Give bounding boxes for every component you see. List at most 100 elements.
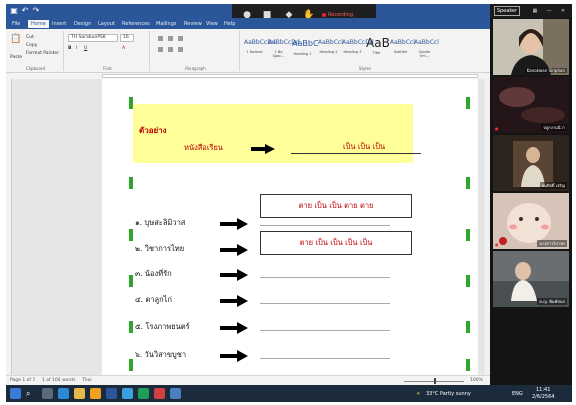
- paragraph-group: Paragraph: [152, 31, 240, 71]
- speaker-view-button[interactable]: Speaker: [494, 6, 520, 16]
- paste-icon[interactable]: 📋: [10, 34, 21, 44]
- multilevel-list-icon[interactable]: [178, 36, 183, 41]
- word-icon[interactable]: [106, 388, 117, 399]
- answer-line[interactable]: [260, 277, 390, 278]
- style-heading-1[interactable]: AaBbC Heading 1: [292, 35, 319, 63]
- muted-mic-icon: ●: [495, 126, 499, 131]
- horizontal-ruler[interactable]: [102, 74, 478, 78]
- tab-insert[interactable]: Insert: [52, 20, 66, 28]
- align-center-icon[interactable]: [168, 47, 173, 52]
- numbering-icon[interactable]: [168, 36, 173, 41]
- clipboard-group: 📋 Paste Cut Copy Format Painter Clipboar…: [8, 31, 64, 71]
- document-page[interactable]: ตัวอย่าง หนังสือเรียน เป็น เป็น เป็น ตาย…: [102, 79, 478, 375]
- clock-date[interactable]: 2/6/2564: [532, 394, 554, 400]
- language-indicator[interactable]: Thai: [82, 378, 92, 383]
- copy-button[interactable]: Copy: [26, 43, 37, 48]
- answer-line[interactable]: [260, 303, 390, 304]
- tab-mailings[interactable]: Mailings: [156, 20, 177, 28]
- zoom-app-icon[interactable]: [122, 388, 133, 399]
- tab-references[interactable]: References: [122, 20, 150, 28]
- app-icon[interactable]: [154, 388, 165, 399]
- style-title[interactable]: AaB Title: [366, 35, 390, 63]
- zoom-level[interactable]: 100%: [470, 378, 483, 383]
- styles-group: AaBbCcDd 1 Normal AaBbCcDd 1 No Spac... Aa…: [242, 31, 488, 71]
- format-painter-button[interactable]: Format Painter: [26, 51, 59, 56]
- participant-tile[interactable]: ● นางสาววิภาพร: [493, 193, 569, 249]
- edge-icon[interactable]: [58, 388, 69, 399]
- question-word: ๔. ตาลูกไก่: [135, 295, 172, 304]
- cut-button[interactable]: Cut: [26, 35, 34, 40]
- tab-review[interactable]: Review: [184, 20, 202, 28]
- weather-text[interactable]: 33°C Partly sunny: [426, 391, 471, 397]
- bullets-icon[interactable]: [158, 36, 163, 41]
- undo-icon[interactable]: ↶: [21, 7, 29, 15]
- example-title: ตัวอย่าง: [139, 125, 167, 135]
- participant-name: นางสาววิภาพร: [537, 240, 567, 247]
- tab-view[interactable]: View: [206, 20, 218, 28]
- style-normal[interactable]: AaBbCcDd 1 Normal: [244, 35, 276, 63]
- minimize-icon[interactable]: —: [544, 6, 554, 16]
- vertical-scrollbar[interactable]: [483, 79, 490, 375]
- participant-name: ด.ญ. พิมพ์ชนก: [537, 298, 567, 305]
- example-box: ตัวอย่าง หนังสือเรียน เป็น เป็น เป็น: [133, 104, 421, 163]
- word-count[interactable]: 1 of 104 words: [42, 378, 76, 383]
- style-no-spacing[interactable]: AaBbCcDd 1 No Spac...: [268, 35, 300, 63]
- margin-marker: [466, 177, 470, 189]
- input-language[interactable]: ENG: [512, 391, 523, 397]
- status-bar: Page 1 of 7 1 of 104 words Thai 100%: [6, 375, 490, 385]
- answer-line[interactable]: [260, 330, 390, 331]
- page-count[interactable]: Page 1 of 7: [10, 378, 35, 383]
- answer-box[interactable]: ตาย เป็น เป็น เป็น เป็น: [260, 231, 412, 255]
- weather-icon[interactable]: ☀: [416, 391, 420, 397]
- participant-tile[interactable]: Kanokwan Siriphan: [493, 19, 569, 75]
- question-word: ๕. โรงภาพยนตร์: [135, 322, 190, 331]
- question-word: ๑. บุษสะลิมิวาส: [135, 218, 186, 227]
- tab-file[interactable]: File: [12, 20, 20, 28]
- style-heading-3[interactable]: AaBbCcDd Heading 3: [342, 35, 374, 63]
- search-icon[interactable]: ⌕: [26, 388, 37, 399]
- font-group-label: Font: [103, 66, 112, 71]
- bold-button[interactable]: B: [68, 46, 71, 51]
- file-explorer-icon[interactable]: [74, 388, 85, 399]
- paste-button[interactable]: Paste: [10, 55, 22, 60]
- participant-tile[interactable]: ด.ญ. พิมพ์ชนก: [493, 251, 569, 307]
- arrow-right-icon: [220, 244, 248, 256]
- arrow-right-icon: [220, 322, 248, 334]
- close-icon[interactable]: ✕: [558, 6, 568, 16]
- underline-button[interactable]: U: [84, 46, 87, 51]
- clock-time[interactable]: 11:41: [536, 387, 550, 393]
- font-color-icon[interactable]: A: [122, 46, 125, 51]
- start-icon[interactable]: [10, 388, 21, 399]
- style-subtle-emphasis[interactable]: AaBbCcl Subtle Em...: [414, 35, 439, 63]
- photos-icon[interactable]: [170, 388, 181, 399]
- answer-box[interactable]: ตาย เป็น เป็น ตาย ตาย: [260, 194, 412, 218]
- grid-view-icon[interactable]: ▦: [530, 6, 540, 16]
- task-view-icon[interactable]: [42, 388, 53, 399]
- answer-line[interactable]: [260, 225, 390, 226]
- save-icon[interactable]: ▣: [10, 7, 18, 15]
- font-size-field[interactable]: 16: [120, 34, 134, 42]
- redo-icon[interactable]: ↷: [32, 7, 40, 15]
- tab-help[interactable]: Help: [224, 20, 235, 28]
- margin-marker: [129, 321, 133, 333]
- align-right-icon[interactable]: [178, 47, 183, 52]
- style-heading-2[interactable]: AaBbCcl Heading 2: [318, 35, 343, 63]
- answer-line[interactable]: [260, 358, 390, 359]
- paragraph-group-label: Paragraph: [185, 66, 206, 71]
- screen: ▣ ↶ ↷ ● ■ ◆ ✋ Recording File Home Insert…: [6, 4, 572, 402]
- font-name-field[interactable]: TH SarabunPSK: [68, 34, 118, 42]
- participant-tile[interactable]: ธนกิตติ์ เจริญ: [493, 135, 569, 191]
- tab-design[interactable]: Design: [74, 20, 91, 28]
- align-left-icon[interactable]: [158, 47, 163, 52]
- participant-tile[interactable]: ● ปลูกงานนิวา: [493, 77, 569, 133]
- margin-marker: [466, 359, 470, 371]
- chrome-icon[interactable]: [90, 388, 101, 399]
- zoom-slider-thumb[interactable]: [434, 378, 436, 384]
- participant-name: ปลูกงานนิวา: [541, 124, 567, 131]
- tab-home[interactable]: Home: [28, 20, 49, 28]
- margin-marker: [466, 275, 470, 287]
- line-app-icon[interactable]: [138, 388, 149, 399]
- style-subtitle[interactable]: AaBbCcl Subtitle: [390, 35, 415, 63]
- italic-button[interactable]: I: [76, 46, 77, 51]
- tab-layout[interactable]: Layout: [98, 20, 115, 28]
